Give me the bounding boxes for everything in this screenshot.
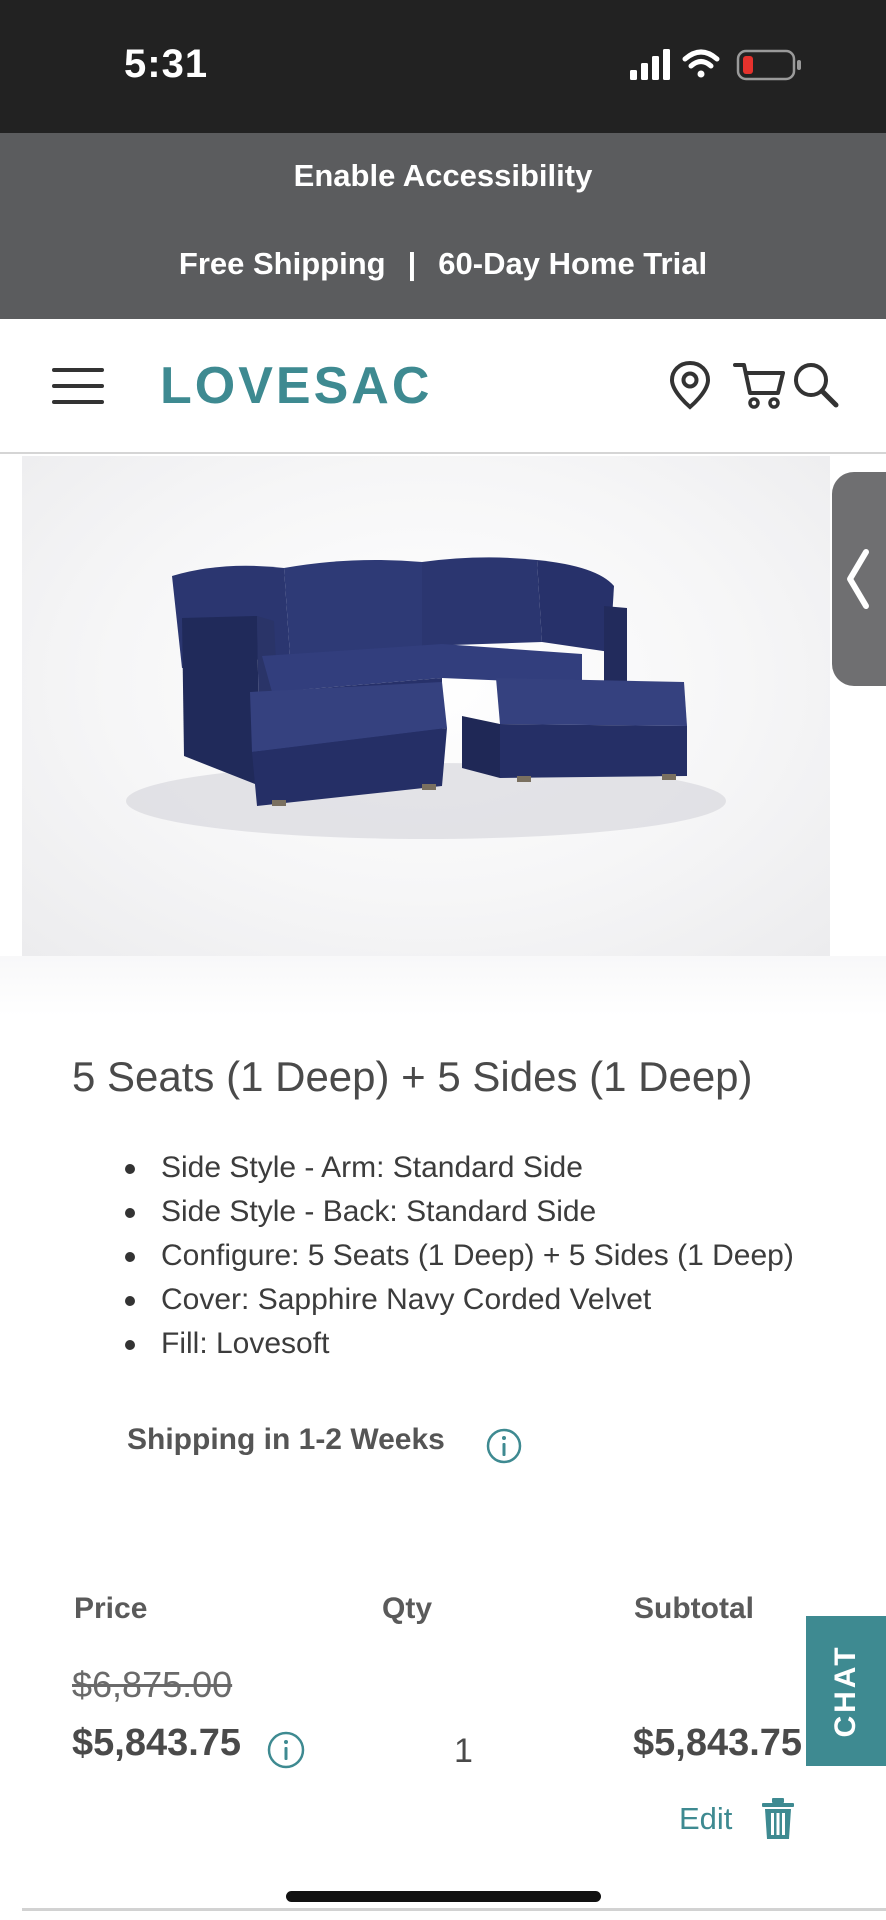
carousel-prev-tab[interactable] [832,472,886,686]
site-header: LOVESAC [0,319,886,454]
cart-icon[interactable] [732,359,788,411]
spec-item: Side Style - Back: Standard Side [122,1190,794,1234]
trash-icon[interactable] [760,1797,796,1841]
divider [22,1908,886,1911]
sale-price: $5,843.75 [72,1722,242,1764]
price-header: Price [74,1592,148,1625]
promo-banner: Enable Accessibility Free Shipping | 60-Da… [0,133,886,319]
promo-offers: Free Shipping | 60-Day Home Trial [0,246,886,282]
spec-item: Side Style - Arm: Standard Side [122,1146,794,1190]
image-fade [0,956,886,1016]
spec-item: Cover: Sapphire Navy Corded Velvet [122,1278,794,1322]
edit-item-link[interactable]: Edit [679,1801,732,1837]
product-image[interactable] [22,456,830,956]
signal-icon [630,49,670,80]
chat-button[interactable]: CHAT [806,1616,886,1766]
status-time: 5:31 [124,42,209,86]
lovesac-logo[interactable]: LOVESAC [160,356,432,416]
wifi-icon [682,49,720,78]
promo-separator: | [407,246,417,281]
battery-low-icon [736,49,801,81]
status-icons [630,49,801,81]
chevron-left-icon [847,549,869,609]
quantity-value[interactable]: 1 [454,1732,473,1771]
free-shipping-text: Free Shipping [178,246,386,281]
subtotal-header: Subtotal [634,1592,754,1625]
product-spec-list: Side Style - Arm: Standard Side Side Sty… [122,1146,794,1366]
shipping-estimate: Shipping in 1-2 Weeks [127,1423,445,1456]
home-indicator[interactable] [286,1891,601,1902]
home-trial-text: 60-Day Home Trial [438,246,708,281]
original-price: $6,875.00 [72,1664,233,1705]
location-pin-icon[interactable] [664,359,716,411]
hamburger-menu-icon[interactable] [52,368,104,404]
product-title: 5 Seats (1 Deep) + 5 Sides (1 Deep) [72,1053,753,1100]
qty-header: Qty [382,1592,433,1625]
subtotal-value: $5,843.75 [633,1722,803,1764]
spec-item: Configure: 5 Seats (1 Deep) + 5 Sides (1… [122,1234,794,1278]
chat-label: CHAT [829,1644,862,1738]
status-bar: 5:31 [0,0,886,133]
enable-accessibility-link[interactable]: Enable Accessibility [0,158,886,194]
search-icon[interactable] [790,359,842,411]
spec-item: Fill: Lovesoft [122,1322,794,1366]
sactional-sofa-image [126,557,726,839]
price-info-icon[interactable] [266,1730,306,1770]
shipping-info-icon[interactable] [485,1427,523,1465]
